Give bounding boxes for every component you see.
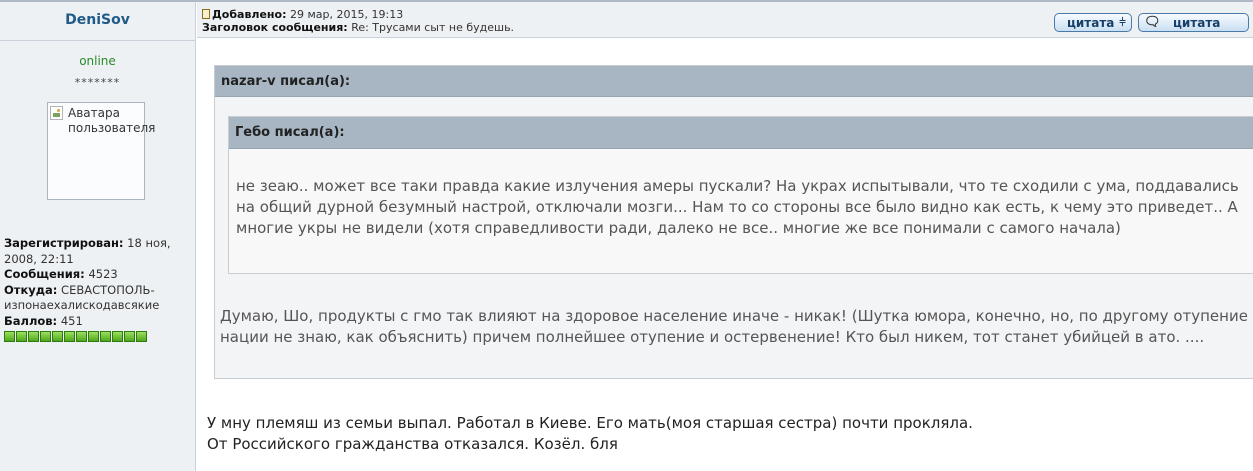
post-date-line: Добавлено: 29 мар, 2015, 19:13	[202, 8, 514, 21]
multiquote-button[interactable]: цитата ⫩	[1054, 13, 1132, 32]
post-header: Добавлено: 29 мар, 2015, 19:13 Заголовок…	[197, 2, 1253, 38]
online-status: online	[79, 54, 116, 68]
post-meta: Добавлено: 29 мар, 2015, 19:13 Заголовок…	[202, 8, 514, 34]
post-body: У мну племяш из семьи выпал. Работал в К…	[207, 414, 973, 453]
rank-pip	[4, 331, 15, 342]
speech-bubble-icon: 🗨	[1144, 15, 1161, 30]
avatar-alt-text: Аватара пользователя	[68, 106, 156, 135]
author-username[interactable]: DeniSov	[0, 12, 195, 28]
stat-from-label: Откуда:	[4, 282, 58, 297]
subject-value: Re: Трусами сыт не будешь.	[351, 21, 515, 34]
rank-pip	[28, 331, 39, 342]
stat-points: Баллов: 451	[4, 314, 190, 330]
stat-messages: Сообщения: 4523	[4, 267, 190, 283]
quote-inner-author: Гебо писал(а):	[235, 125, 345, 140]
post-icon[interactable]	[202, 9, 210, 19]
stat-registered: Зарегистрирован: 18 ноя, 2008, 22:11	[4, 236, 190, 267]
rank-pip	[136, 331, 147, 342]
rank-stars: *******	[74, 76, 121, 89]
rank-pip	[64, 331, 75, 342]
post-panel: Добавлено: 29 мар, 2015, 19:13 Заголовок…	[197, 2, 1253, 471]
rank-pip	[124, 331, 135, 342]
quote-inner-header: Гебо писал(а):	[229, 117, 1253, 149]
quote-outer-author: nazar-v писал(а):	[221, 74, 351, 89]
added-label: Добавлено:	[212, 8, 287, 21]
stat-points-value: 451	[60, 313, 83, 328]
stat-from: Откуда: СЕВАСТОПОЛЬ-изпонаехалиско​дався…	[4, 283, 190, 314]
quote-inner-text: не зеаю.. может все таки правда какие из…	[236, 177, 1239, 237]
rank-pip	[88, 331, 99, 342]
stat-messages-label: Сообщения:	[4, 267, 85, 281]
rank-bar	[4, 331, 147, 342]
stat-registered-label: Зарегистрирован:	[4, 236, 124, 250]
subject-label: Заголовок сообщения:	[202, 21, 348, 34]
author-panel: DeniSov online ******* Аватара пользоват…	[0, 2, 196, 471]
rank-pip	[40, 331, 51, 342]
rank-pip	[112, 331, 123, 342]
author-stats: Зарегистрирован: 18 ноя, 2008, 22:11 Соо…	[4, 236, 190, 329]
quote-outer-text: Думаю, Шо, продукты с гмо так влияют на …	[220, 307, 1248, 346]
added-value: 29 мар, 2015, 19:13	[290, 8, 404, 21]
broken-image-icon	[50, 106, 63, 120]
rank-pip	[52, 331, 63, 342]
post-subject-line: Заголовок сообщения: Re: Трусами сыт не …	[202, 21, 514, 34]
double-chevron-down-icon: ⫩	[1119, 15, 1126, 29]
rank-pip	[16, 331, 27, 342]
stat-points-label: Баллов:	[4, 313, 58, 328]
rank-pip	[100, 331, 111, 342]
avatar: Аватара пользователя	[47, 102, 156, 200]
quote-outer-header: nazar-v писал(а):	[215, 66, 1253, 97]
rank-pip	[76, 331, 87, 342]
multiquote-label: цитата	[1067, 15, 1115, 30]
author-header: DeniSov	[0, 2, 195, 41]
stat-messages-value: 4523	[88, 267, 118, 281]
quote-button[interactable]: 🗨 цитата	[1138, 13, 1249, 32]
quote-label: цитата	[1173, 15, 1221, 30]
